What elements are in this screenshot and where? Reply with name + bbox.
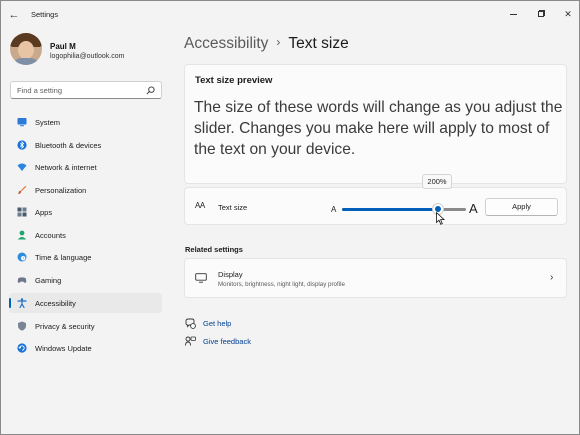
app-title: Settings [31, 10, 59, 19]
get-help-label: Get help [203, 319, 232, 328]
give-feedback-link[interactable]: Give feedback [185, 336, 275, 348]
slider-fill [342, 208, 439, 211]
sidebar-item-label: Apps [35, 208, 53, 217]
get-help-link[interactable]: Get help [185, 318, 265, 330]
sidebar-item-gaming[interactable]: Gaming [9, 270, 162, 290]
slider-value-tooltip: 200% [422, 174, 452, 189]
restore-icon [538, 11, 544, 17]
display-title: Display [218, 270, 243, 279]
search-box[interactable]: Find a setting [10, 81, 162, 99]
feedback-icon [185, 336, 196, 346]
text-size-icon-glyph: AA [195, 201, 205, 210]
sidebar-item-network[interactable]: Network & internet [9, 157, 162, 177]
sidebar-item-accessibility[interactable]: Accessibility [9, 293, 162, 313]
sidebar-item-time-language[interactable]: Time & language [9, 247, 162, 267]
breadcrumb: Accessibility › Text size [184, 35, 349, 53]
give-feedback-label: Give feedback [203, 337, 251, 346]
accessibility-icon [17, 298, 27, 308]
slider-min-marker: A [331, 205, 337, 214]
settings-window: ← Settings ✕ Paul M logophilia@outlook.c… [0, 0, 580, 435]
avatar-face [18, 41, 34, 59]
related-settings-heading: Related settings [185, 245, 243, 254]
close-icon: ✕ [564, 9, 572, 19]
user-email: logophilia@outlook.com [50, 53, 125, 60]
sidebar-item-label: Network & internet [35, 163, 97, 172]
text-size-preview-card: Text size preview The size of these word… [184, 64, 567, 184]
text-size-slider[interactable] [342, 208, 466, 211]
sidebar-item-label: Gaming [35, 276, 62, 285]
minimize-icon [510, 14, 517, 15]
sidebar-item-label: Personalization [35, 186, 87, 195]
sidebar-item-label: Privacy & security [35, 322, 95, 331]
help-icon [185, 318, 196, 329]
sidebar-item-privacy[interactable]: Privacy & security [9, 316, 162, 336]
sidebar-item-label: Bluetooth & devices [35, 141, 102, 150]
sidebar-item-label: System [35, 118, 61, 127]
gamepad-icon [17, 277, 27, 283]
sidebar-item-accounts[interactable]: Accounts [9, 225, 162, 245]
slider-max-marker: A [469, 201, 478, 216]
system-icon [17, 118, 27, 127]
active-indicator [9, 298, 11, 308]
brush-icon [18, 185, 27, 194]
accounts-icon [17, 230, 27, 240]
sidebar-item-apps[interactable]: Apps [9, 202, 162, 222]
bluetooth-icon [17, 140, 27, 150]
apply-button[interactable]: Apply [485, 198, 558, 216]
sidebar-item-label: Windows Update [35, 344, 92, 353]
text-size-label: Text size [218, 203, 248, 212]
monitor-icon [195, 273, 207, 283]
page-title: Text size [288, 35, 349, 52]
sidebar-item-system[interactable]: System [9, 112, 162, 132]
sidebar-item-windows-update[interactable]: Windows Update [9, 338, 162, 358]
preview-text: The size of these words will change as y… [194, 99, 563, 158]
search-icon[interactable] [146, 86, 155, 95]
apps-icon [17, 207, 27, 217]
avatar[interactable] [10, 33, 42, 65]
close-button[interactable]: ✕ [561, 7, 575, 21]
title-bar: ← Settings ✕ [1, 1, 579, 29]
preview-title: Text size preview [195, 75, 273, 86]
search-input[interactable]: Find a setting [17, 86, 62, 95]
display-subtitle: Monitors, brightness, night light, displ… [218, 281, 345, 288]
breadcrumb-parent[interactable]: Accessibility [184, 35, 268, 52]
sidebar-item-personalization[interactable]: Personalization [9, 180, 162, 200]
wifi-icon [17, 163, 27, 171]
update-icon [17, 343, 27, 353]
maximize-button[interactable] [534, 7, 548, 21]
user-name: Paul M [50, 42, 76, 51]
sidebar-item-bluetooth[interactable]: Bluetooth & devices [9, 135, 162, 155]
breadcrumb-separator: › [276, 35, 281, 49]
minimize-button[interactable] [507, 7, 521, 21]
sidebar-item-label: Accessibility [35, 299, 76, 308]
shield-icon [18, 321, 26, 331]
text-size-icon: AA [195, 201, 205, 210]
globe-clock-icon [17, 252, 27, 262]
chevron-right-icon: › [550, 272, 554, 283]
mouse-cursor-icon [436, 212, 445, 225]
avatar-shirt [12, 58, 40, 65]
display-settings-card[interactable]: Display Monitors, brightness, night ligh… [184, 258, 567, 298]
sidebar-item-label: Time & language [35, 253, 92, 262]
back-arrow-icon[interactable]: ← [7, 8, 21, 22]
sidebar-item-label: Accounts [35, 231, 66, 240]
text-size-setting-card: AA Text size A 200% A Apply [184, 174, 567, 225]
